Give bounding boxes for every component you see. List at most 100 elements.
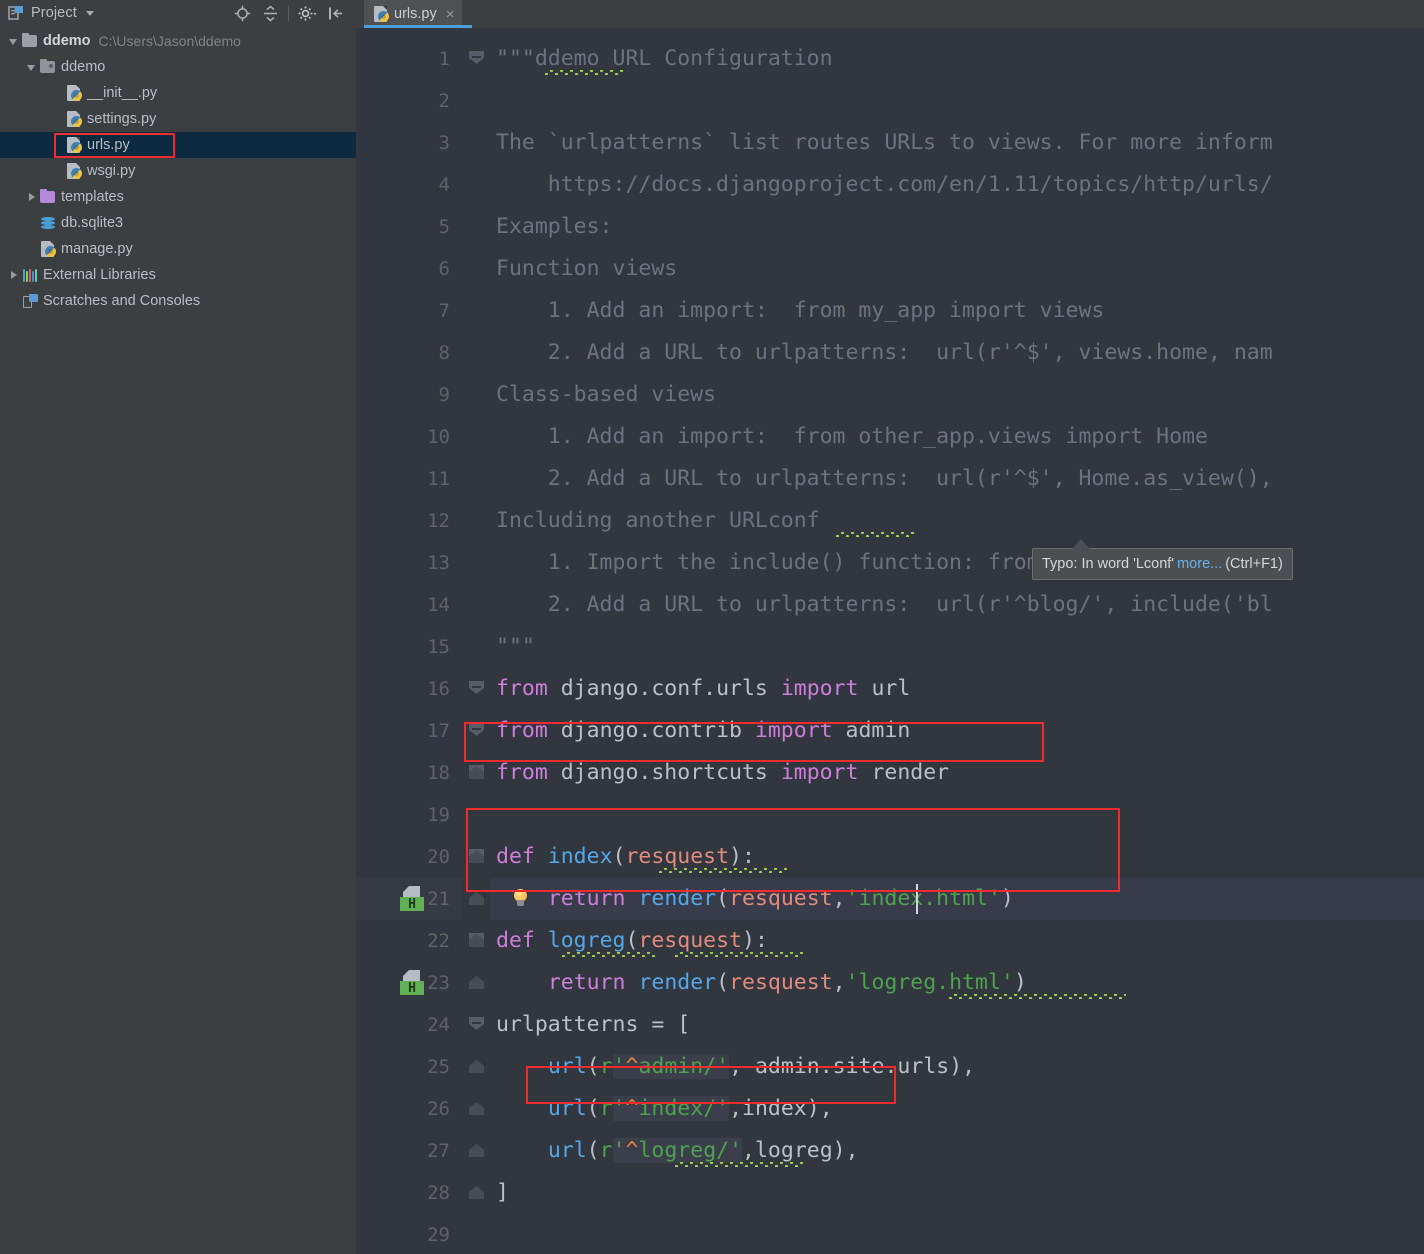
- tooltip-arrow-icon: [1072, 539, 1090, 549]
- fold-collapse-icon[interactable]: [469, 723, 484, 736]
- code-line[interactable]: 2. Add a URL to urlpatterns: url(r'^$', …: [496, 458, 1273, 500]
- code-content[interactable]: """ddemo URL Configuration The `urlpatter…: [490, 28, 1424, 1254]
- code-line[interactable]: return render(resquest,'logreg.html'): [496, 962, 1027, 1004]
- tree-item-db-sqlite3[interactable]: db.sqlite3: [0, 210, 356, 236]
- code-folding-column[interactable]: [462, 28, 490, 1254]
- typo-squiggle: [948, 994, 1126, 999]
- editor-tab-bar: urls.py ×: [356, 0, 1424, 28]
- code-line[interactable]: from django.shortcuts import render: [496, 752, 949, 794]
- intention-bulb-icon[interactable]: [510, 886, 532, 912]
- typo-squiggle: [673, 952, 803, 957]
- fold-region-marker[interactable]: [469, 976, 484, 989]
- tree-item-scratches-and-consoles[interactable]: Scratches and Consoles: [0, 288, 356, 314]
- line-number: 14: [427, 594, 450, 616]
- typo-squiggle: [544, 70, 626, 75]
- folder-icon: [21, 32, 39, 50]
- code-line[interactable]: url(r'^index/',index),: [496, 1088, 833, 1130]
- code-line[interactable]: return render(resquest,'index.html'): [496, 878, 1014, 920]
- tree-item-manage-py[interactable]: manage.py: [0, 236, 356, 262]
- code-line[interactable]: 1. Add an import: from other_app.views i…: [496, 416, 1208, 458]
- code-line[interactable]: https://docs.djangoproject.com/en/1.11/t…: [496, 164, 1273, 206]
- html-badge: H: [400, 897, 424, 912]
- tree-item-urls-py[interactable]: urls.py: [0, 132, 356, 158]
- hide-panel-icon[interactable]: [321, 2, 349, 24]
- code-line[interactable]: Class-based views: [496, 374, 716, 416]
- fold-collapse-icon[interactable]: [469, 1017, 484, 1030]
- code-line[interactable]: urlpatterns = [: [496, 1004, 690, 1046]
- project-title: Project: [31, 5, 77, 21]
- chevron-right-icon[interactable]: [8, 269, 21, 282]
- line-number: 16: [427, 678, 450, 700]
- tree-item-label: ddemo: [61, 59, 106, 75]
- code-line[interactable]: from django.conf.urls import url: [496, 668, 910, 710]
- scratches-icon: [21, 292, 39, 310]
- code-line[interactable]: Including another URLconf: [496, 500, 820, 542]
- fold-region-marker[interactable]: [469, 1144, 484, 1157]
- tab-urls-py[interactable]: urls.py ×: [364, 0, 463, 28]
- html-file-reference-icon[interactable]: H: [400, 886, 426, 912]
- line-number: 18: [427, 762, 450, 784]
- collapse-all-icon[interactable]: [256, 2, 284, 24]
- tooltip-more-link[interactable]: more...: [1177, 556, 1222, 572]
- line-number-gutter[interactable]: 1 2 3 4 5 6 7 8 9 10 11 12 13 14 15 16 17 18 19 20 21 22 23 24 2…: [356, 28, 490, 1254]
- tree-item-label: External Libraries: [43, 267, 156, 283]
- tooltip-shortcut: (Ctrl+F1): [1225, 556, 1283, 572]
- tree-item-ddemo[interactable]: ddemo: [0, 54, 356, 80]
- chevron-down-icon[interactable]: [26, 61, 39, 74]
- toolbar-separator: [288, 5, 289, 21]
- locate-target-icon[interactable]: [228, 2, 256, 24]
- code-line[interactable]: ]: [496, 1172, 509, 1214]
- line-number: 4: [438, 174, 450, 196]
- tree-item-external-libraries[interactable]: External Libraries: [0, 262, 356, 288]
- close-icon[interactable]: ×: [446, 7, 455, 22]
- fold-collapse-icon[interactable]: [469, 51, 484, 64]
- settings-gear-icon[interactable]: [293, 2, 321, 24]
- tree-item-ddemo[interactable]: ddemo C:\Users\Jason\ddemo: [0, 28, 356, 54]
- tree-item-templates[interactable]: templates: [0, 184, 356, 210]
- line-number: 6: [438, 258, 450, 280]
- project-tree[interactable]: ddemo C:\Users\Jason\ddemo ddemo __init__.p…: [0, 28, 356, 314]
- typo-squiggle: [673, 1162, 803, 1167]
- line-number: 25: [427, 1056, 450, 1078]
- chevron-down-icon[interactable]: [85, 10, 94, 16]
- tree-item-label: ddemo: [43, 33, 91, 49]
- html-file-reference-icon[interactable]: H: [400, 970, 426, 996]
- tree-item-label: urls.py: [87, 137, 130, 153]
- tree-item-wsgi-py[interactable]: wsgi.py: [0, 158, 356, 184]
- typo-squiggle: [560, 952, 658, 957]
- tooltip-text: Typo: In word 'Lconf': [1042, 556, 1175, 572]
- code-line[interactable]: """: [496, 626, 535, 668]
- tab-label: urls.py: [394, 6, 437, 22]
- code-line[interactable]: 2. Add a URL to urlpatterns: url(r'^blog…: [496, 584, 1273, 626]
- code-line[interactable]: Examples:: [496, 206, 613, 248]
- tree-item--init-py[interactable]: __init__.py: [0, 80, 356, 106]
- typo-tooltip: Typo: In word 'Lconf' more... (Ctrl+F1): [1032, 548, 1293, 580]
- line-number: 12: [427, 510, 450, 532]
- line-number: 15: [427, 636, 450, 658]
- fold-region-marker[interactable]: [469, 1186, 484, 1199]
- fold-region-marker[interactable]: [469, 1060, 484, 1073]
- code-line[interactable]: from django.contrib import admin: [496, 710, 910, 752]
- chevron-down-icon[interactable]: [8, 35, 21, 48]
- fold-region-marker[interactable]: [469, 1102, 484, 1115]
- line-number: 20: [427, 846, 450, 868]
- fold-collapse-icon[interactable]: [469, 681, 484, 694]
- module-folder-icon: [39, 58, 57, 76]
- tree-item-settings-py[interactable]: settings.py: [0, 106, 356, 132]
- line-number: 23: [427, 972, 450, 994]
- project-toolbar: Project: [0, 0, 356, 26]
- code-line[interactable]: 1. Add an import: from my_app import vie…: [496, 290, 1105, 332]
- tree-item-label: templates: [61, 189, 124, 205]
- code-editor: urls.py × 1 2 3 4 5 6 7 8 9 10 11 12 13 14 15 16 17 18 19 2…: [356, 0, 1424, 1254]
- chevron-right-icon[interactable]: [26, 191, 39, 204]
- code-line[interactable]: 2. Add a URL to urlpatterns: url(r'^$', …: [496, 332, 1273, 374]
- code-line[interactable]: url(r'^admin/', admin.site.urls),: [496, 1046, 975, 1088]
- line-number: 7: [438, 300, 450, 322]
- fold-region-marker[interactable]: [469, 892, 484, 905]
- code-line[interactable]: The `urlpatterns` list routes URLs to vi…: [496, 122, 1273, 164]
- code-line[interactable]: Function views: [496, 248, 677, 290]
- line-number: 13: [427, 552, 450, 574]
